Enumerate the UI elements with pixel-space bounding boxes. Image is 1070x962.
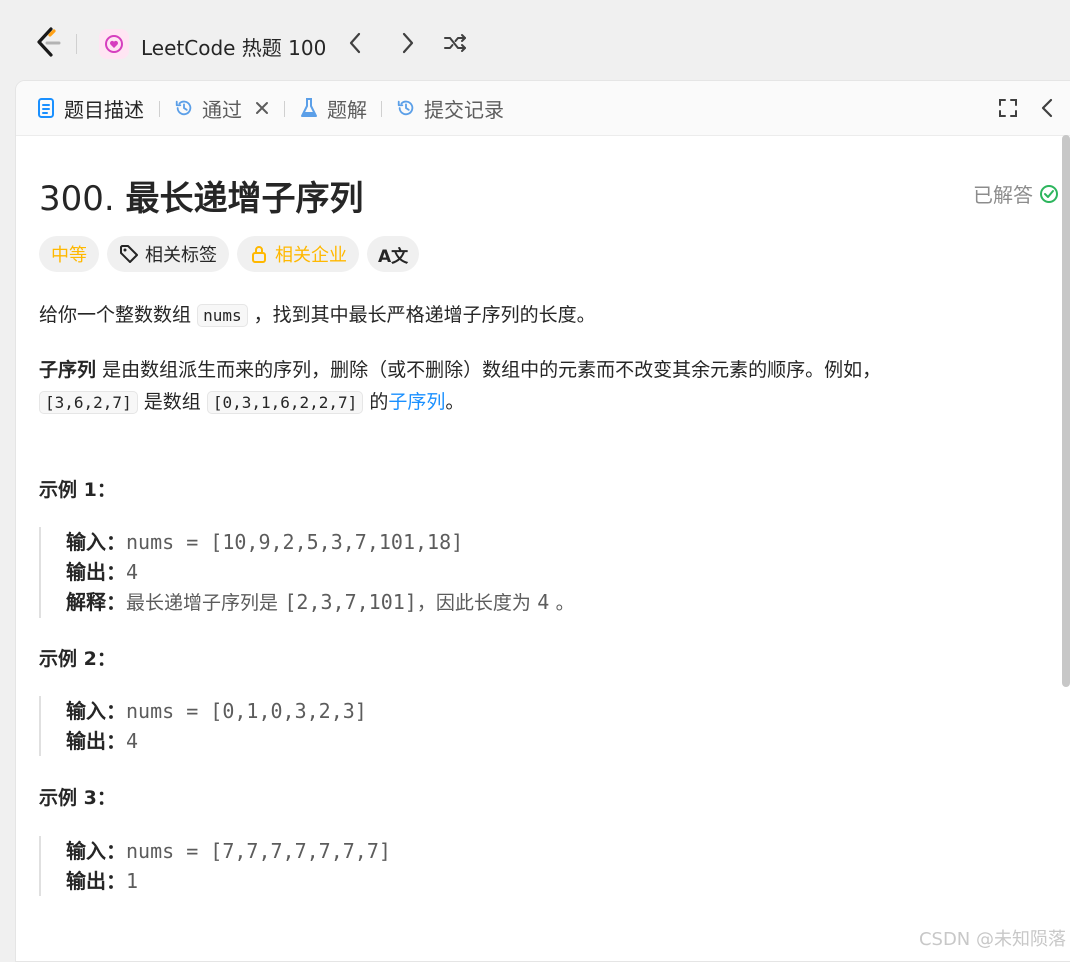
description-paragraph-1: 给你一个整数数组 nums ，找到其中最长严格递增子序列的长度。 <box>39 300 596 331</box>
tab-solutions[interactable]: 题解 <box>299 95 367 122</box>
desc-text: 的 <box>369 391 389 413</box>
example-input: 输入：nums = [10,9,2,5,3,7,101,18] <box>66 527 575 557</box>
inline-code: [3,6,2,7] <box>39 391 138 414</box>
input-label: 输入： <box>66 839 126 863</box>
tab-divider <box>381 101 382 117</box>
related-companies-label: 相关企业 <box>275 245 347 266</box>
description-paragraph-3: [3,6,2,7] 是数组 [0,3,1,6,2,2,7] 的子序列。 <box>39 387 464 418</box>
example-explanation: 解释：最长递增子序列是 [2,3,7,101]，因此长度为 4 。 <box>66 587 575 618</box>
tag-chips: 中等 相关标签 相关企业 A文 <box>39 236 420 272</box>
tab-divider <box>159 101 160 117</box>
subsequence-link[interactable]: 子序列 <box>388 391 445 413</box>
fullscreen-icon[interactable] <box>997 97 1019 119</box>
output-value: 4 <box>126 560 139 584</box>
example-output: 输出：4 <box>66 726 367 756</box>
input-value: nums = [7,7,7,7,7,7,7] <box>126 839 391 863</box>
topbar-divider <box>76 34 77 54</box>
related-tags-label: 相关标签 <box>145 245 217 266</box>
collapse-chevron-icon[interactable] <box>1037 97 1059 119</box>
desc-text: 是数组 <box>143 391 201 413</box>
page-title: 300. 最长递增子序列 <box>39 171 364 220</box>
output-label: 输出： <box>66 729 126 753</box>
example-2-block: 输入：nums = [0,1,0,3,2,3] 输出：4 <box>39 696 367 756</box>
example-3-title: 示例 3： <box>39 787 116 809</box>
solved-label: 已解答 <box>973 183 1033 207</box>
explanation-text: 最长递增子序列是 <box>126 592 279 614</box>
problem-list-icon[interactable] <box>99 29 129 59</box>
description-paragraph-2: 子序列 是由数组派生而来的序列，删除（或不删除）数组中的元素而不改变其余元素的顺… <box>39 355 881 386</box>
chevron-right-icon[interactable] <box>394 30 420 56</box>
problem-list-title[interactable]: LeetCode 热题 100 <box>141 32 326 61</box>
scrollbar[interactable] <box>1062 135 1070 687</box>
desc-text: 给你一个整数数组 <box>39 304 192 326</box>
desc-text: 。 <box>445 391 465 413</box>
check-circle-icon <box>1040 184 1058 203</box>
close-icon[interactable] <box>254 100 270 116</box>
tab-description[interactable]: 题目描述 <box>36 95 144 122</box>
example-3-block: 输入：nums = [7,7,7,7,7,7,7] 输出：1 <box>39 836 391 896</box>
output-label: 输出： <box>66 560 126 584</box>
example-input: 输入：nums = [7,7,7,7,7,7,7] <box>66 836 391 866</box>
solved-status: 已解答 <box>973 179 1059 208</box>
input-label: 输入： <box>66 699 126 723</box>
problem-number: 300. <box>39 179 115 219</box>
desc-text: ，找到其中最长严格递增子序列的长度。 <box>253 304 596 326</box>
problem-name: 最长递增子序列 <box>125 179 364 219</box>
related-companies-button[interactable]: 相关企业 <box>237 236 359 272</box>
tab-bar: 题目描述 通过 题解 提交记录 <box>16 81 1070 136</box>
translate-button[interactable]: A文 <box>367 236 420 272</box>
example-output: 输出：1 <box>66 866 391 896</box>
explanation-code: 4 <box>537 590 550 614</box>
tab-submissions-label: 提交记录 <box>424 97 504 122</box>
tab-accepted-label: 通过 <box>202 97 242 122</box>
history-icon <box>175 100 192 116</box>
example-2-title: 示例 2： <box>39 648 116 670</box>
top-bar: LeetCode 热题 100 <box>0 0 1070 82</box>
explanation-text: 。 <box>555 592 575 614</box>
translate-icon: A文 <box>378 246 409 267</box>
tab-solutions-label: 题解 <box>327 97 367 122</box>
inline-code: [0,3,1,6,2,2,7] <box>206 391 364 414</box>
tab-description-label: 题目描述 <box>64 97 144 122</box>
document-icon <box>38 98 54 118</box>
lock-icon <box>252 246 266 263</box>
tab-accepted[interactable]: 通过 <box>174 95 270 122</box>
watermark: CSDN @未知陨落 <box>918 929 1066 950</box>
flask-icon <box>301 98 317 117</box>
bold-term: 子序列 <box>39 359 97 381</box>
example-output: 输出：4 <box>66 557 575 587</box>
input-value: nums = [10,9,2,5,3,7,101,18] <box>126 530 464 554</box>
difficulty-badge[interactable]: 中等 <box>39 236 99 272</box>
example-1-block: 输入：nums = [10,9,2,5,3,7,101,18] 输出：4 解释：… <box>39 527 575 618</box>
example-input: 输入：nums = [0,1,0,3,2,3] <box>66 696 367 726</box>
problem-panel: 题目描述 通过 题解 提交记录 300. 最长递增子序列 已解答 中等 相关标签… <box>15 80 1070 962</box>
inline-code: nums <box>197 304 248 327</box>
desc-text: 是由数组派生而来的序列，删除（或不删除）数组中的元素而不改变其余元素的顺序。例如… <box>102 359 882 381</box>
explanation-code: [2,3,7,101] <box>284 590 417 614</box>
tab-divider <box>284 101 285 117</box>
shuffle-icon[interactable] <box>443 30 469 56</box>
related-tags-button[interactable]: 相关标签 <box>107 236 229 272</box>
explanation-label: 解释： <box>66 590 126 614</box>
example-1-title: 示例 1： <box>39 479 116 501</box>
tab-submissions[interactable]: 提交记录 <box>396 95 504 122</box>
tag-icon <box>120 245 138 263</box>
history-icon <box>397 100 414 116</box>
output-value: 4 <box>126 729 139 753</box>
output-value: 1 <box>126 869 139 893</box>
input-value: nums = [0,1,0,3,2,3] <box>126 699 367 723</box>
leetcode-logo-icon[interactable] <box>33 26 63 60</box>
chevron-left-icon[interactable] <box>343 30 369 56</box>
output-label: 输出： <box>66 869 126 893</box>
input-label: 输入： <box>66 530 126 554</box>
explanation-text: ，因此长度为 <box>416 592 531 614</box>
